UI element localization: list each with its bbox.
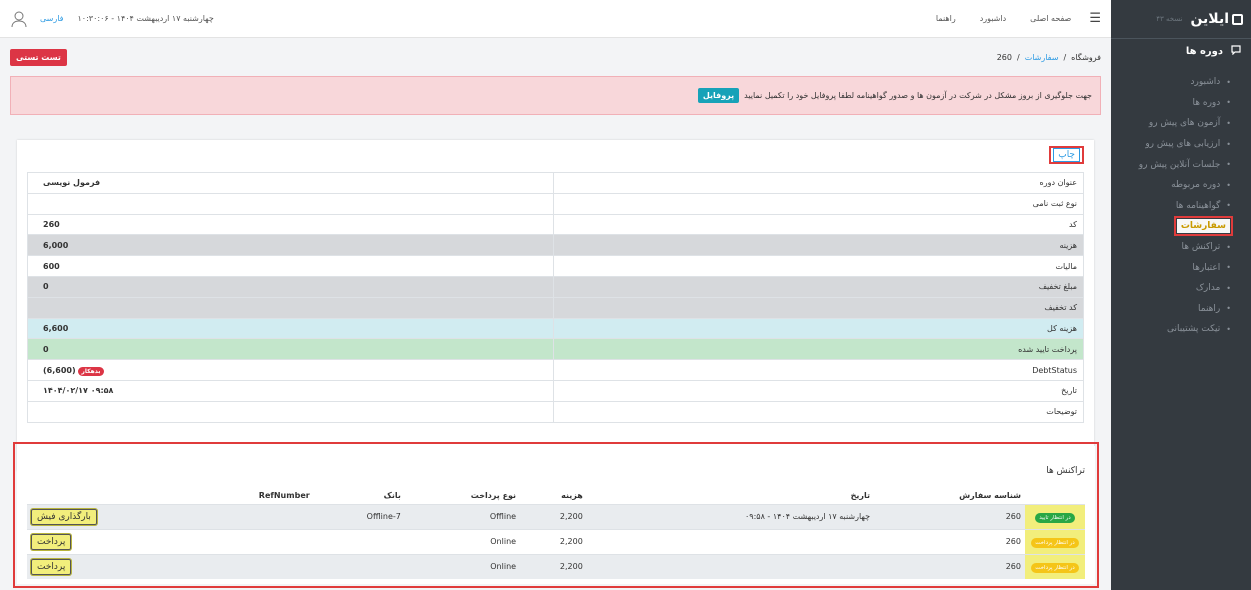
sidebar-item-courses[interactable]: • دوره ها [1111, 93, 1251, 114]
sidebar-item-support-ticket[interactable]: • تیکت پشتیبانی [1111, 319, 1251, 340]
nav-help-link[interactable]: راهنما [936, 14, 956, 23]
user-avatar-icon[interactable] [10, 10, 28, 28]
table-row: مالیات 600 [27, 255, 1084, 277]
table-row: کد 260 [27, 213, 1084, 236]
nav-dashboard-link[interactable]: داشبورد [980, 14, 1006, 23]
col-pay-type: نوع پرداخت [470, 490, 517, 500]
breadcrumb-row: فروشگاه / سفارشات / 260 تست تستی [0, 38, 1111, 76]
table-row: عنوان دوره فرمول نویسی [27, 172, 1084, 194]
sidebar-item-certificates[interactable]: • گواهینامه ها [1111, 196, 1251, 217]
bullet-icon: • [1226, 304, 1231, 314]
order-details-table: عنوان دوره فرمول نویسی نوع ثبت نامی کد 260… [27, 172, 1084, 423]
breadcrumb: فروشگاه / سفارشات / 260 [996, 52, 1101, 62]
logo[interactable]: ایلاین [1190, 11, 1243, 27]
transactions-card: تراکنش ها شناسه سفارش تاریخ هزینه نوع پر… [17, 446, 1095, 584]
alert-text: جهت جلوگیری از بروز مشکل در شرکت در آزمو… [744, 91, 1092, 100]
order-details-card: چاپ عنوان دوره فرمول نویسی نوع ثبت نامی ک… [17, 140, 1094, 471]
sidebar-item-upcoming-assessments[interactable]: • ارزیابی های پیش رو [1111, 134, 1251, 155]
table-row: پرداخت تایید شده 0 [27, 338, 1084, 361]
sidebar-item-online-sessions[interactable]: • جلسات آنلاین پیش رو [1111, 154, 1251, 175]
sidebar-item-dashboard[interactable]: • داشبورد [1111, 72, 1251, 93]
current-datetime: چهارشنبه ۱۷ اردیبهشت ۱۴۰۴ - ۱۰:۳۰:۰۶ [77, 14, 214, 23]
sidebar-section-title[interactable]: دوره ها [1111, 38, 1251, 64]
sidebar-item-orders[interactable]: سفارشات [1173, 216, 1233, 237]
sidebar-item-credits[interactable]: • اعتبارها [1111, 257, 1251, 278]
table-row: نوع ثبت نامی [27, 192, 1084, 215]
bullet-icon: • [1226, 118, 1231, 128]
breadcrumb-store[interactable]: فروشگاه [1071, 53, 1101, 62]
sidebar-item-upcoming-exams[interactable]: • آزمون های پیش رو [1111, 113, 1251, 134]
table-row: کد تخفیف [27, 296, 1084, 319]
table-row: توضیحات [27, 400, 1084, 423]
chat-icon [1231, 45, 1241, 58]
sidebar-item-transactions[interactable]: • تراکنش ها [1111, 237, 1251, 258]
bullet-icon: • [1226, 324, 1231, 334]
sidebar-item-help[interactable]: • راهنما [1111, 299, 1251, 320]
status-badge: در انتظار پرداخت [1031, 563, 1079, 574]
sidebar-menu: • داشبورد • دوره ها • آزمون های پیش رو • ارز… [1111, 64, 1251, 340]
table-row: DebtStatus بدهکار (6,600) [27, 359, 1084, 381]
pay-button[interactable]: پرداخت [31, 533, 72, 550]
bullet-icon: • [1226, 77, 1231, 87]
bullet-icon: • [1226, 201, 1231, 211]
version-label: نسخه ۴۳ [1156, 15, 1183, 23]
bullet-icon: • [1226, 98, 1231, 108]
sidebar-title-label: دوره ها [1185, 46, 1223, 57]
table-row: در انتظار تایید 260 چهارشنبه ۱۷ اردیبهشت… [27, 503, 1085, 529]
table-row: هزینه کل 6,600 [27, 317, 1084, 340]
sidebar-item-documents[interactable]: • مدارک [1111, 278, 1251, 299]
breadcrumb-orders[interactable]: سفارشات [1025, 53, 1059, 62]
hamburger-menu-icon[interactable]: ☰ [1089, 11, 1101, 26]
table-row: مبلغ تخفیف 0 [27, 275, 1084, 298]
table-row: تاریخ ۰۹:۵۸ ۱۴۰۴/۰۲/۱۷ [27, 379, 1084, 402]
transactions-table: شناسه سفارش تاریخ هزینه نوع پرداخت بانک … [27, 487, 1085, 579]
sidebar-item-related-course[interactable]: • دوره مربوطه [1111, 175, 1251, 196]
table-header-row: شناسه سفارش تاریخ هزینه نوع پرداخت بانک … [27, 487, 1085, 504]
col-date: تاریخ [850, 490, 871, 500]
bullet-icon: • [1226, 263, 1231, 273]
transactions-highlight: تراکنش ها شناسه سفارش تاریخ هزینه نوع پر… [13, 442, 1099, 588]
print-button[interactable]: چاپ [1053, 148, 1080, 162]
language-selector[interactable]: فارسی [40, 14, 64, 23]
profile-button[interactable]: پروفایل [697, 88, 740, 103]
transactions-title: تراکنش ها [1046, 466, 1085, 476]
bullet-icon: • [1226, 160, 1231, 170]
table-row: در انتظار پرداخت 260 2,200 Online پرداخت [27, 553, 1085, 579]
status-badge: در انتظار پرداخت [1031, 538, 1079, 548]
sidebar: ایلاین نسخه ۴۳ دوره ها • داشبورد • دوره ها… [1111, 0, 1251, 590]
logo-text: ایلاین [1190, 11, 1229, 27]
main-content: فروشگاه / سفارشات / 260 تست تستی جهت جلو… [0, 38, 1111, 590]
table-row: هزینه 6,000 [27, 234, 1084, 257]
nav-home-link[interactable]: صفحه اصلی [1030, 14, 1071, 23]
col-cost: هزینه [561, 490, 583, 500]
bullet-icon: • [1226, 242, 1231, 252]
print-highlight: چاپ [1049, 146, 1084, 164]
bullet-icon: • [1226, 139, 1231, 149]
profile-alert: جهت جلوگیری از بروز مشکل در شرکت در آزمو… [10, 76, 1101, 115]
col-order-id: شناسه سفارش [959, 490, 1021, 500]
bullet-icon: • [1226, 283, 1231, 293]
pay-button[interactable]: پرداخت [31, 558, 72, 575]
active-highlight: سفارشات [1173, 216, 1233, 237]
test-button[interactable]: تست تستی [10, 48, 67, 66]
logo-mark-icon [1232, 13, 1243, 25]
debt-status-badge: بدهکار [78, 366, 104, 376]
topbar: ☰ صفحه اصلی داشبورد راهنما چهارشنبه ۱۷ ا… [0, 0, 1111, 38]
bullet-icon: • [1226, 180, 1231, 190]
breadcrumb-current: 260 [996, 52, 1012, 62]
col-bank: بانک [383, 490, 401, 500]
col-ref: RefNumber [258, 490, 310, 500]
upload-receipt-button[interactable]: بارگذاری فیش [31, 508, 97, 525]
table-row: در انتظار پرداخت 260 2,200 Online پرداخت [27, 528, 1085, 554]
sidebar-header: ایلاین نسخه ۴۳ [1111, 0, 1251, 38]
status-badge: در انتظار تایید [1035, 513, 1075, 523]
